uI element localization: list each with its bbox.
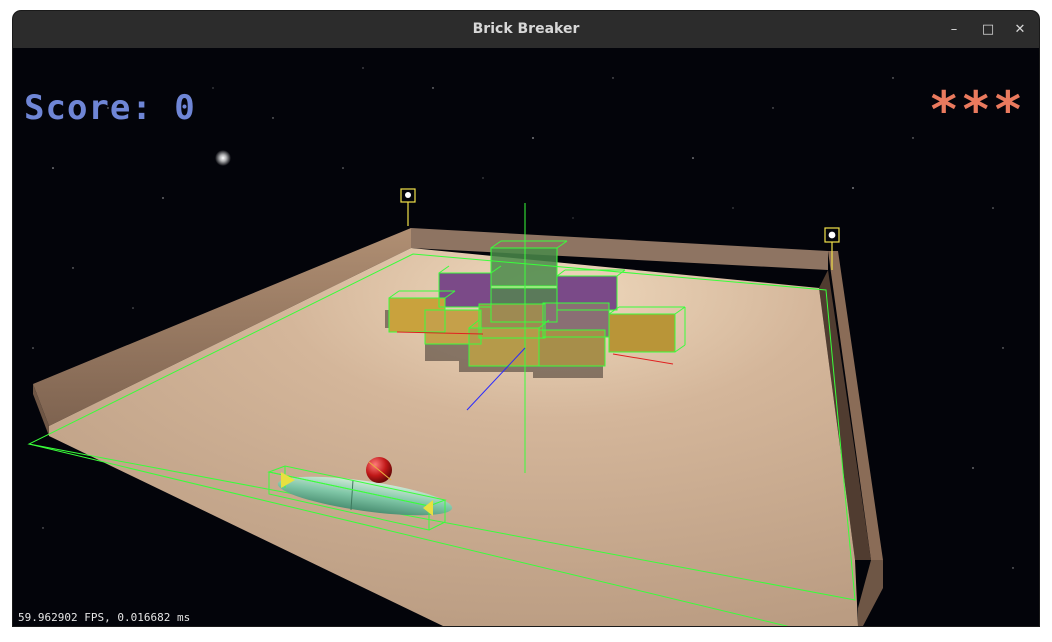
minimize-button[interactable]: – [943, 19, 965, 41]
brick [439, 273, 491, 307]
title-bar[interactable]: Brick Breaker – □ ✕ [13, 11, 1039, 49]
score-display: Score: 0 [24, 88, 196, 128]
game-window: Brick Breaker – □ ✕ Score: 0 *** 59.9629… [13, 11, 1039, 626]
close-icon: ✕ [1014, 22, 1026, 37]
window-title: Brick Breaker [472, 21, 580, 37]
brick [539, 330, 605, 366]
maximize-icon: □ [981, 22, 995, 37]
game-viewport[interactable]: Score: 0 *** 59.962902 FPS, 0.016682 ms [13, 48, 1039, 626]
light-source [215, 150, 231, 166]
brick [609, 314, 675, 352]
close-button[interactable]: ✕ [1009, 19, 1031, 41]
minimize-icon: – [950, 22, 958, 37]
maximize-button[interactable]: □ [977, 19, 999, 41]
brick [491, 248, 557, 286]
lives-display: *** [928, 81, 1025, 139]
fps-counter: 59.962902 FPS, 0.016682 ms [18, 611, 191, 624]
